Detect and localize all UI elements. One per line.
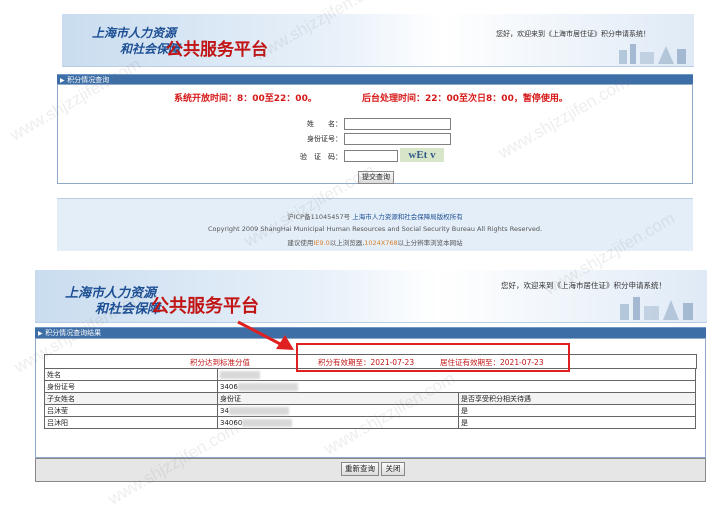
redacted-id [228,406,289,415]
child-benefit: 是 [458,416,696,429]
name-input[interactable] [344,118,451,130]
result-table: 姓名 身份证号 3406 子女姓名 身份证 是否享受积分相关待遇 吕沐莹 34 … [44,368,696,429]
browser-advice: 建议使用IE9.0以上浏览器,1024X768以上分辨率浏览本网站 [287,239,463,247]
triangle-icon: ▶ [38,330,43,337]
query-panel: 系统开放时间：8：00至22：00。 后台处理时间：22：00至次日8：00，暂… [57,84,693,184]
captcha-input[interactable] [344,150,398,162]
section-title: 积分情况查询 [67,76,110,84]
welcome-text: 您好，欢迎来到《上海市居住证》积分申请系统！ [496,30,650,38]
child-name-header: 子女姓名 [44,392,218,405]
name-label: 姓 名： [307,120,342,128]
submit-query-button[interactable]: 提交查询 [358,171,394,184]
id-label: 身份证号： [307,135,342,143]
city-illustration [620,297,693,320]
copyright-link[interactable]: 上海市人力资源和社会保障局版权所有 [352,213,463,221]
section-title: 积分情况查询结果 [45,329,102,337]
close-button[interactable]: 关闭 [381,462,405,476]
child-id-header: 身份证 [217,392,459,405]
bottom-banner: 上海市人力资源 和社会保障 公共服务平台 您好，欢迎来到《上海市居住证》积分申请… [35,270,707,323]
triangle-icon: ▶ [60,77,65,84]
logo-line1: 上海市人力资源 [92,26,177,40]
id-label: 身份证号 [44,380,218,393]
city-illustration [619,44,686,64]
notice-open-hours: 系统开放时间：8：00至22：00。 [174,94,317,104]
captcha-label: 验 证 码： [300,153,342,161]
id-value: 3406 [217,380,696,393]
captcha-image[interactable]: wEt v [400,148,444,162]
child-id: 34060 [217,416,459,429]
table-row: 身份证号 3406 [44,380,696,393]
table-header-row: 子女姓名 身份证 是否享受积分相关待遇 [44,392,696,405]
name-label: 姓名 [44,368,218,381]
platform-title: 公共服务平台 [166,40,268,60]
table-row: 吕沐阳 34060 是 [44,416,696,429]
child-name: 吕沐莹 [44,404,218,417]
icp-number: 沪ICP备11045457号 [287,213,351,221]
red-arrow-icon [237,320,294,350]
footer: 沪ICP备11045457号 上海市人力资源和社会保障局版权所有 Copyrig… [57,198,693,251]
redacted-name [220,370,260,379]
id-input[interactable] [344,133,451,145]
welcome-text: 您好，欢迎来到《上海市居住证》积分申请系统！ [501,281,666,290]
copyright-en: Copyright 2009 ShangHai Municipal Human … [207,225,543,233]
redacted-id [237,382,298,391]
status-reached: 积分达到标准分值 [190,358,250,367]
child-id: 34 [217,404,459,417]
table-row: 吕沐莹 34 是 [44,404,696,417]
benefit-header: 是否享受积分相关待遇 [458,392,696,405]
child-name: 吕沐阳 [44,416,218,429]
notice-processing-hours: 后台处理时间：22：00至次日8：00，暂停使用。 [362,94,568,104]
top-banner: 上海市人力资源 和社会保障 公共服务平台 您好，欢迎来到《上海市居住证》积分申请… [62,14,694,67]
child-benefit: 是 [458,404,696,417]
highlight-box [296,343,570,372]
requery-button[interactable]: 重新查询 [341,462,379,476]
redacted-id [242,418,293,427]
platform-title: 公共服务平台 [151,296,259,317]
